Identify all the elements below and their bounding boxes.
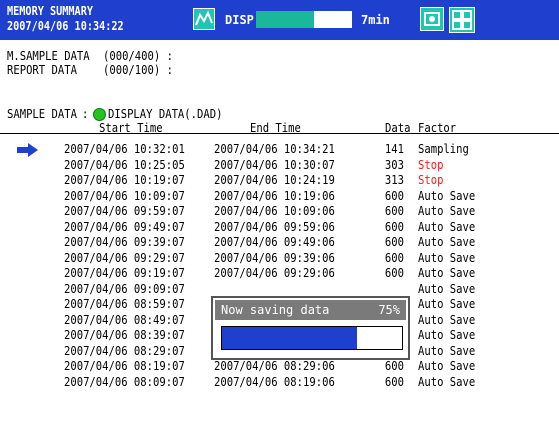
m-sample-value: (000/400) : bbox=[103, 49, 173, 63]
saving-dialog: Now saving data 75% bbox=[211, 296, 410, 360]
disp-label: DISP bbox=[225, 13, 254, 27]
m-sample-label: M.SAMPLE DATA bbox=[7, 49, 90, 63]
saving-dialog-title: Now saving data bbox=[221, 303, 330, 317]
table-row[interactable]: 2007/04/06 08:09:07 2007/04/06 08:19:06 60… bbox=[0, 375, 559, 390]
table-row[interactable]: 2007/04/06 09:49:07 2007/04/06 09:59:06 60… bbox=[0, 220, 559, 235]
title-datetime: 2007/04/06 10:34:22 bbox=[7, 19, 124, 33]
disp-memory-fill bbox=[256, 11, 314, 28]
cell-data-count: 600 bbox=[384, 250, 404, 265]
table-row[interactable]: 2007/04/06 09:39:07 2007/04/06 09:49:06 60… bbox=[0, 235, 559, 250]
cell-end-time: 2007/04/06 09:49:06 bbox=[214, 235, 335, 249]
table-row[interactable]: 2007/04/06 10:19:07 2007/04/06 10:24:19 31… bbox=[0, 173, 559, 188]
cell-data-count: 600 bbox=[384, 359, 404, 373]
cell-factor: Auto Save bbox=[418, 374, 476, 389]
cell-end-time: 2007/04/06 08:19:06 bbox=[214, 374, 335, 389]
cell-data-count: 141 bbox=[384, 142, 404, 156]
cell-start-time: 2007/04/06 09:49:07 bbox=[64, 219, 185, 234]
cell-start-time: 2007/04/06 10:19:07 bbox=[64, 173, 185, 187]
cell-factor: Auto Save bbox=[418, 281, 476, 296]
cell-end-time: 2007/04/06 10:09:06 bbox=[214, 204, 335, 218]
table-row[interactable]: 2007/04/06 10:32:01 2007/04/06 10:34:21 14… bbox=[0, 142, 559, 157]
cell-end-time: 2007/04/06 10:24:19 bbox=[214, 173, 335, 187]
report-value: (000/100) : bbox=[103, 63, 173, 77]
header-divider bbox=[0, 133, 559, 134]
table-row[interactable]: 2007/04/06 09:09:07 Auto Save bbox=[0, 282, 559, 297]
table-row[interactable]: 2007/04/06 08:19:07 2007/04/06 08:29:06 60… bbox=[0, 359, 559, 374]
cell-factor: Auto Save bbox=[418, 297, 476, 311]
memory-summary-screen: MEMORY SUMMARY 2007/04/06 10:34:22 DISP … bbox=[0, 0, 559, 421]
cell-end-time: 2007/04/06 09:29:06 bbox=[214, 266, 335, 280]
saving-progress-bar bbox=[221, 326, 403, 350]
table-row[interactable]: 2007/04/06 09:29:07 2007/04/06 09:39:06 60… bbox=[0, 251, 559, 266]
cell-start-time: 2007/04/06 10:09:07 bbox=[64, 188, 185, 203]
table-row[interactable]: 2007/04/06 10:09:07 2007/04/06 10:19:06 60… bbox=[0, 189, 559, 204]
cell-start-time: 2007/04/06 09:29:07 bbox=[64, 250, 185, 265]
cell-data-count: 600 bbox=[384, 204, 404, 218]
cell-start-time: 2007/04/06 09:19:07 bbox=[64, 266, 185, 280]
disp-remaining-time: 7min bbox=[361, 13, 390, 27]
table-row[interactable]: 2007/04/06 10:25:05 2007/04/06 10:30:07 30… bbox=[0, 158, 559, 173]
cell-start-time: 2007/04/06 08:19:07 bbox=[64, 359, 185, 373]
sample-data-label: SAMPLE DATA bbox=[7, 107, 77, 121]
title-line-1: MEMORY SUMMARY bbox=[7, 4, 93, 18]
cell-factor: Auto Save bbox=[418, 188, 476, 203]
cell-end-time: 2007/04/06 09:39:06 bbox=[214, 250, 335, 265]
cell-factor: Auto Save bbox=[418, 235, 476, 249]
display-mode-icon[interactable] bbox=[193, 8, 215, 30]
cell-start-time: 2007/04/06 08:39:07 bbox=[64, 328, 185, 342]
cell-start-time: 2007/04/06 08:49:07 bbox=[64, 312, 185, 327]
cell-start-time: 2007/04/06 10:32:01 bbox=[64, 142, 185, 156]
cell-start-time: 2007/04/06 09:39:07 bbox=[64, 235, 185, 249]
cell-end-time: 2007/04/06 08:29:06 bbox=[214, 359, 335, 373]
cell-start-time: 2007/04/06 09:59:07 bbox=[64, 204, 185, 218]
table-row[interactable]: 2007/04/06 09:19:07 2007/04/06 09:29:06 60… bbox=[0, 266, 559, 281]
saving-progress-fill bbox=[222, 327, 357, 349]
saving-dialog-header: Now saving data 75% bbox=[215, 300, 406, 320]
table-row[interactable]: 2007/04/06 09:59:07 2007/04/06 10:09:06 60… bbox=[0, 204, 559, 219]
cell-factor: Auto Save bbox=[418, 219, 476, 234]
cell-start-time: 2007/04/06 08:29:07 bbox=[64, 343, 185, 358]
save-icon[interactable] bbox=[420, 7, 444, 31]
cell-start-time: 2007/04/06 08:09:07 bbox=[64, 374, 185, 389]
cell-factor: Stop bbox=[418, 173, 444, 187]
status-led-icon bbox=[93, 108, 106, 121]
sample-data-sep: : bbox=[82, 107, 89, 121]
cell-factor: Auto Save bbox=[418, 204, 476, 218]
cell-factor: Auto Save bbox=[418, 266, 476, 280]
cell-factor: Auto Save bbox=[418, 250, 476, 265]
saving-dialog-percent: 75% bbox=[378, 303, 400, 317]
cell-end-time: 2007/04/06 10:30:07 bbox=[214, 157, 335, 172]
cell-end-time: 2007/04/06 09:59:06 bbox=[214, 219, 335, 234]
cell-factor: Auto Save bbox=[418, 312, 476, 327]
selected-row-arrow-icon bbox=[17, 143, 38, 157]
cell-factor: Auto Save bbox=[418, 359, 476, 373]
cell-start-time: 2007/04/06 08:59:07 bbox=[64, 297, 185, 311]
cell-start-time: 2007/04/06 09:09:07 bbox=[64, 281, 185, 296]
cell-factor: Sampling bbox=[418, 142, 469, 156]
cell-factor: Auto Save bbox=[418, 328, 476, 342]
cell-data-count: 600 bbox=[384, 188, 404, 203]
screen-title: MEMORY SUMMARY 2007/04/06 10:34:22 bbox=[7, 4, 124, 34]
cell-end-time: 2007/04/06 10:34:21 bbox=[214, 142, 335, 156]
cell-data-count: 600 bbox=[384, 235, 404, 249]
sample-data-value: DISPLAY DATA(.DAD) bbox=[108, 107, 223, 121]
cell-factor: Stop bbox=[418, 157, 444, 172]
disp-memory-bar bbox=[256, 11, 352, 28]
cell-factor: Auto Save bbox=[418, 343, 476, 358]
cell-data-count: 600 bbox=[384, 374, 404, 389]
cell-start-time: 2007/04/06 10:25:05 bbox=[64, 157, 185, 172]
cell-data-count: 313 bbox=[384, 173, 404, 187]
batch-icon[interactable] bbox=[449, 7, 475, 33]
cell-end-time: 2007/04/06 10:19:06 bbox=[214, 188, 335, 203]
cell-data-count: 600 bbox=[384, 219, 404, 234]
cell-data-count: 600 bbox=[384, 266, 404, 280]
cell-data-count: 303 bbox=[384, 157, 404, 172]
header-bar: MEMORY SUMMARY 2007/04/06 10:34:22 DISP … bbox=[0, 0, 559, 40]
report-label: REPORT DATA bbox=[7, 63, 77, 77]
